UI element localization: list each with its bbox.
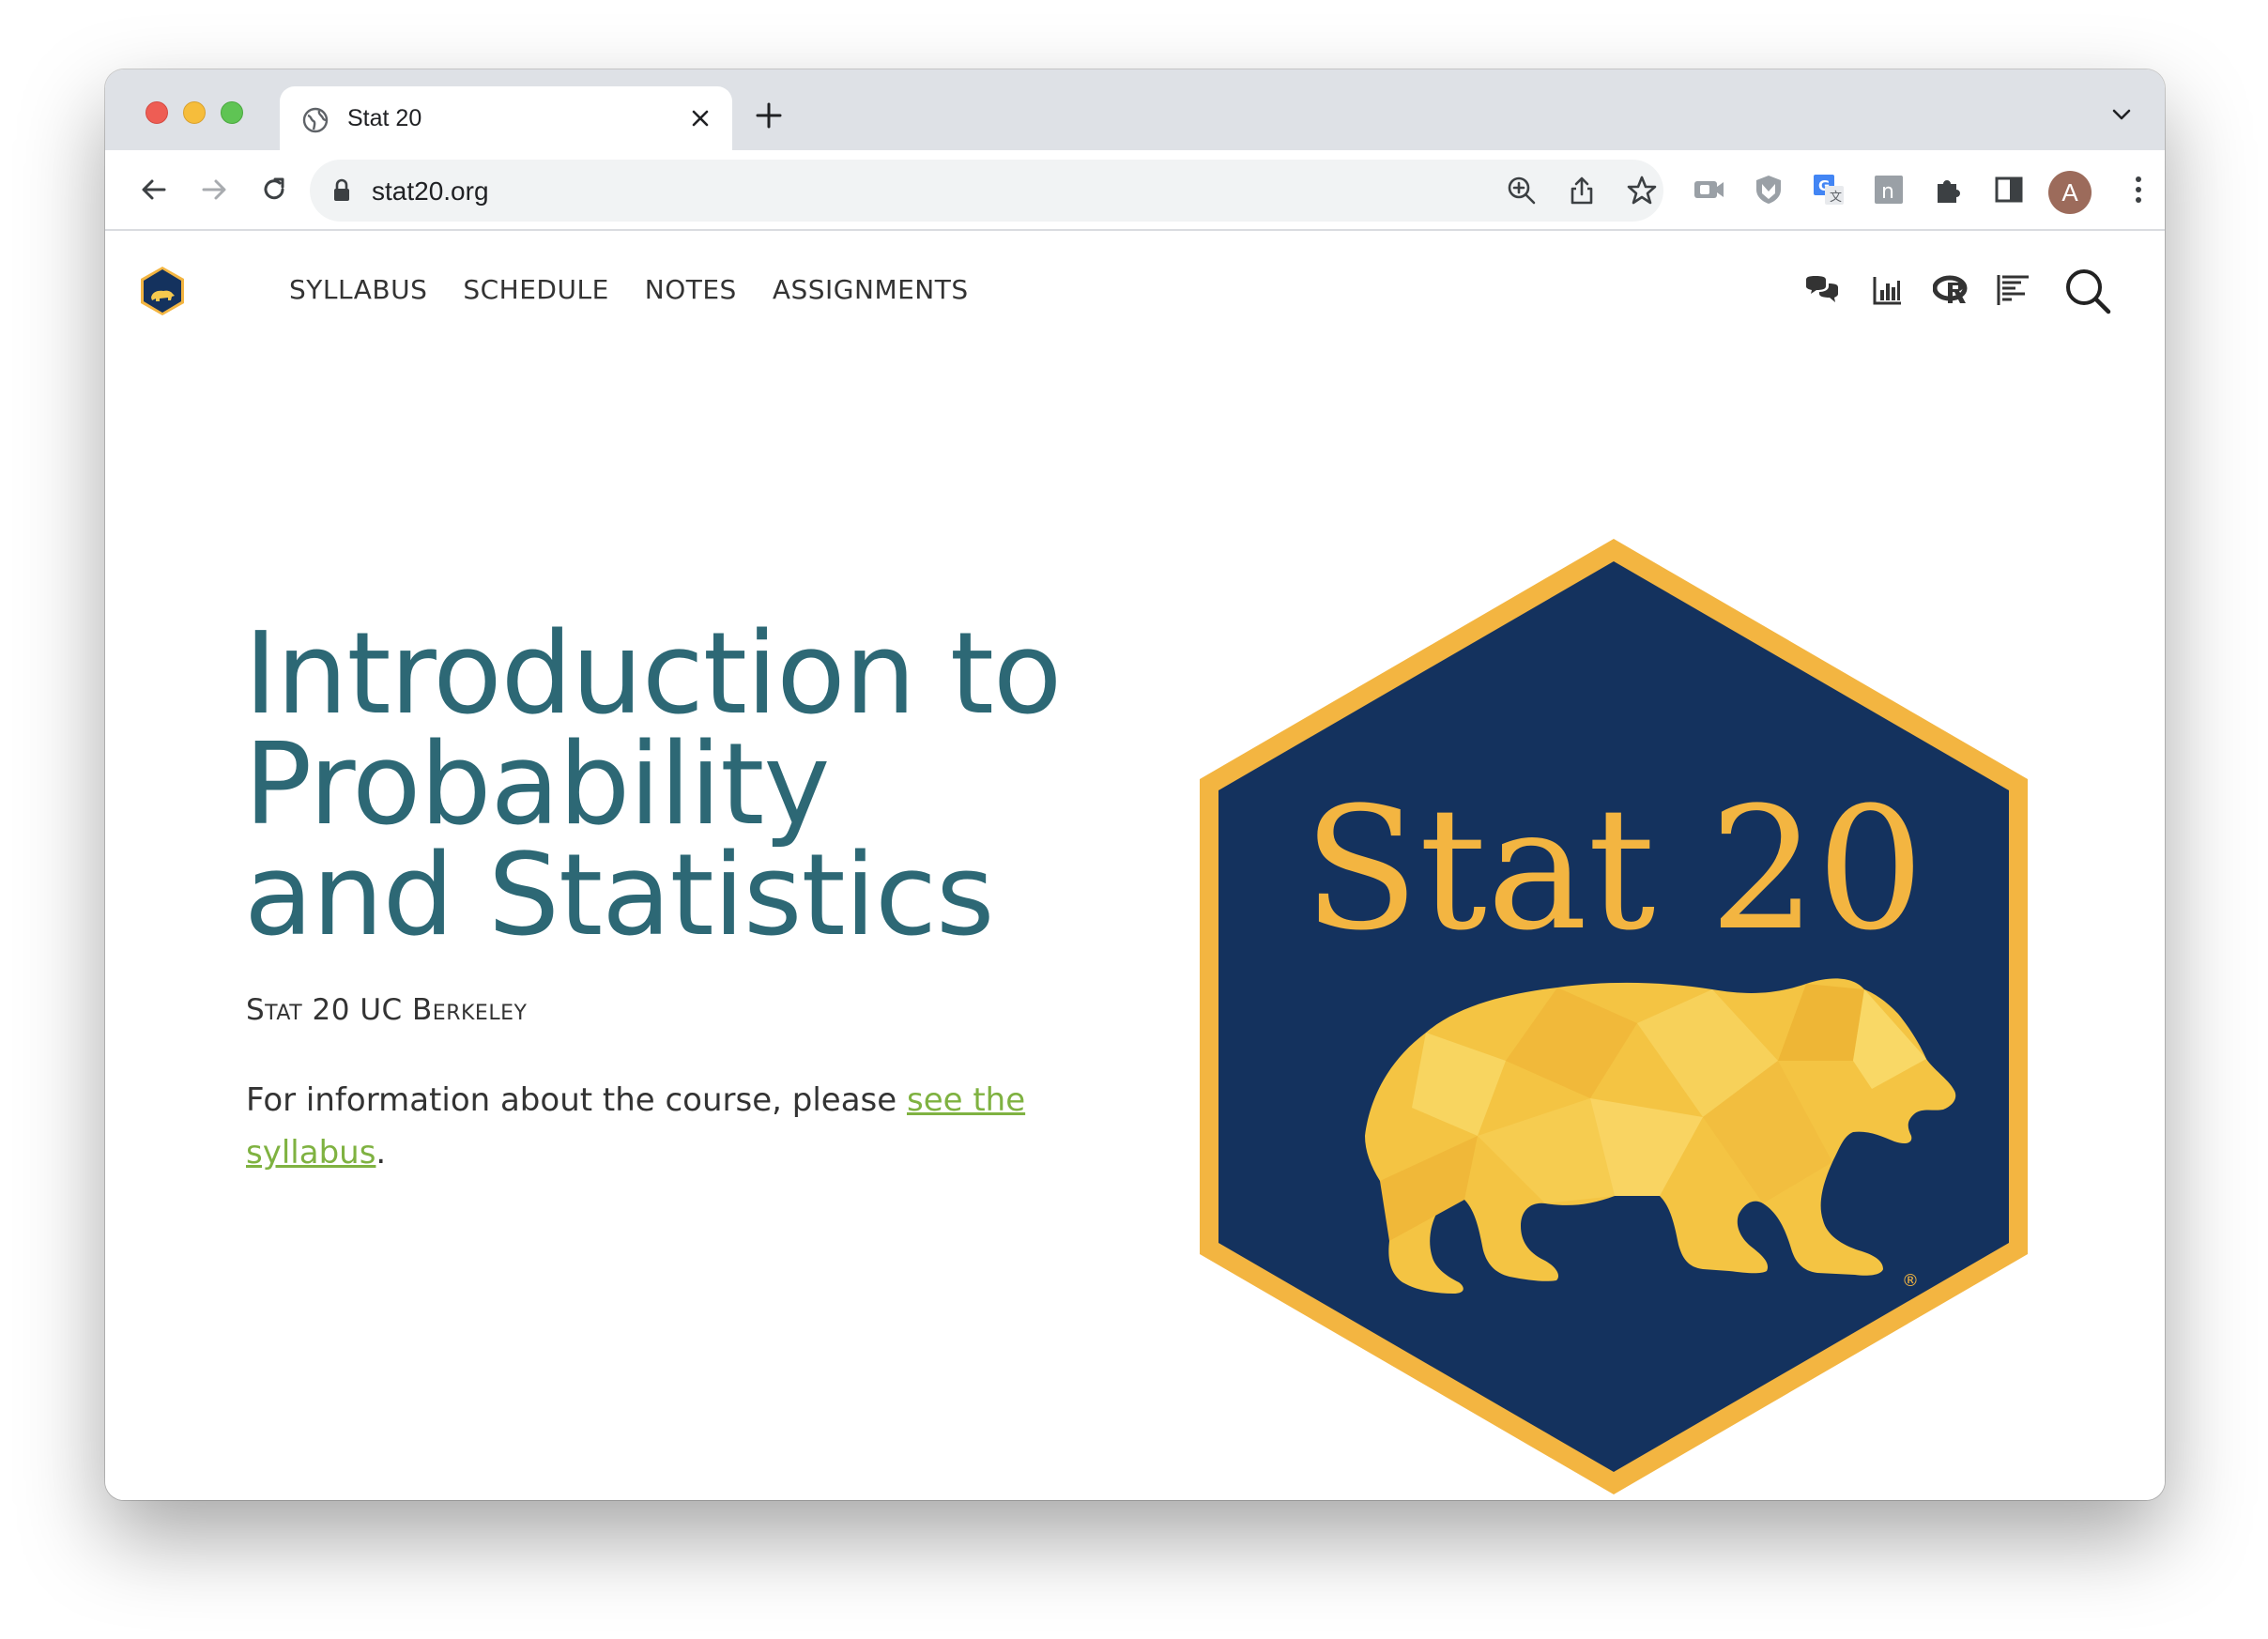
new-tab-icon[interactable] — [755, 101, 783, 130]
search-icon — [2066, 269, 2111, 314]
forward-button[interactable] — [193, 169, 235, 210]
bookmark-star-icon[interactable] — [1626, 175, 1658, 207]
back-button[interactable] — [133, 169, 175, 210]
info-text: For information about the course, please — [246, 1081, 907, 1119]
profile-initial: A — [2061, 177, 2078, 207]
globe-icon — [302, 107, 329, 133]
browser-window: Stat 20 stat20.org G 文 n A SYLLABUS SCHE… — [105, 69, 2165, 1500]
stats-link[interactable] — [1866, 268, 1909, 312]
kebab-menu-icon — [2136, 176, 2141, 203]
chevron-down-icon[interactable] — [2110, 105, 2133, 124]
url-text[interactable]: stat20.org — [372, 176, 489, 207]
share-icon[interactable] — [1566, 175, 1598, 207]
logo-text: Stat 20 — [1303, 772, 1924, 968]
n-extension-icon: n — [1875, 176, 1903, 204]
svg-text:文: 文 — [1830, 191, 1842, 205]
nav-schedule[interactable]: SCHEDULE — [463, 274, 608, 305]
page-subtitle: Stat 20 UC Berkeley — [246, 993, 528, 1027]
arrow-left-icon — [142, 179, 166, 200]
tab-strip: Stat 20 — [105, 69, 2165, 150]
nav-notes[interactable]: NOTES — [645, 274, 737, 305]
browser-toolbar: stat20.org G 文 n A — [105, 150, 2165, 231]
r-logo-icon — [1933, 275, 1968, 303]
side-panel-icon — [1995, 176, 2023, 203]
bar-chart-icon — [1873, 277, 1901, 305]
extensions-button[interactable] — [1932, 173, 1966, 207]
text-resources-link[interactable] — [1992, 268, 2035, 312]
text-lines-icon — [1997, 275, 2029, 305]
lock-icon[interactable] — [332, 178, 351, 203]
tab-title: Stat 20 — [347, 105, 422, 131]
puzzle-icon — [1938, 180, 1960, 203]
close-tab-icon[interactable] — [689, 107, 712, 130]
reload-button[interactable] — [253, 169, 295, 210]
tab-active[interactable]: Stat 20 — [280, 86, 732, 150]
browser-menu-button[interactable] — [2122, 173, 2155, 207]
zoom-window-button[interactable] — [221, 101, 243, 124]
extension-camera-button[interactable] — [1692, 173, 1725, 207]
r-resources-link[interactable] — [1930, 268, 1973, 312]
arrow-right-icon — [202, 179, 226, 200]
side-panel-button[interactable] — [1992, 173, 2026, 207]
reload-icon — [264, 177, 284, 200]
trademark-symbol: ® — [1902, 1271, 1919, 1291]
page-title: Introduction to Probability and Statisti… — [244, 619, 1183, 953]
camera-extension-icon — [1694, 181, 1724, 198]
close-window-button[interactable] — [146, 101, 168, 124]
nav-assignments[interactable]: ASSIGNMENTS — [773, 274, 969, 305]
extension-shield-button[interactable] — [1752, 173, 1785, 207]
search-button[interactable] — [2061, 265, 2114, 317]
extension-translate-button[interactable]: G 文 — [1812, 173, 1846, 207]
profile-avatar[interactable]: A — [2048, 171, 2092, 214]
nav-syllabus[interactable]: SYLLABUS — [289, 274, 427, 305]
info-suffix: . — [375, 1134, 387, 1172]
chat-icon — [1806, 276, 1838, 302]
svg-text:n: n — [1881, 180, 1894, 204]
shield-icon — [1756, 176, 1781, 204]
course-info: For information about the course, please… — [246, 1074, 1053, 1179]
minimize-window-button[interactable] — [183, 101, 206, 124]
site-logo[interactable] — [139, 265, 186, 317]
site-nav: SYLLABUS SCHEDULE NOTES ASSIGNMENTS — [289, 274, 969, 305]
zoom-icon[interactable] — [1506, 175, 1538, 207]
discussion-link[interactable] — [1801, 268, 1844, 312]
stat20-hex-logo: Stat 20 ® — [1200, 539, 2028, 1494]
extension-n-button[interactable]: n — [1872, 173, 1906, 207]
page-content: SYLLABUS SCHEDULE NOTES ASSIGNMENTS Intr… — [105, 233, 2165, 1500]
title-line-3: and Statistics — [244, 831, 994, 961]
translate-icon: G 文 — [1814, 175, 1844, 205]
address-bar[interactable]: stat20.org — [310, 160, 1663, 222]
